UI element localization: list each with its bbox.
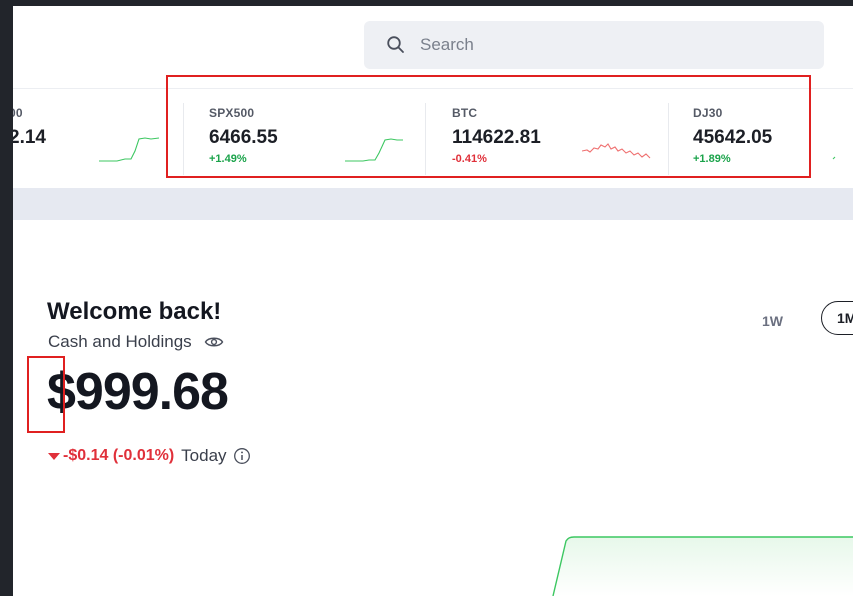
- range-button-1w[interactable]: 1W: [762, 313, 783, 329]
- ticker-change: -0.41%: [452, 153, 487, 165]
- search-input[interactable]: [420, 35, 800, 55]
- eye-icon[interactable]: [204, 334, 224, 350]
- ticker-symbol: SPX500: [209, 106, 255, 120]
- ticker-price: 6466.55: [209, 127, 278, 148]
- ticker-price: 2.14: [13, 127, 46, 148]
- ticker-item-spx500[interactable]: SPX500 6466.55 +1.49%: [209, 89, 424, 189]
- sparkline-chart: [582, 143, 651, 159]
- balance-amount: 999.68: [74, 363, 229, 421]
- ticker-price: 45642.05: [693, 127, 773, 148]
- ticker-divider: [425, 103, 426, 175]
- daily-change-row: -$0.14 (-0.01%) Today: [48, 446, 251, 466]
- balance-display: $ 999.68: [47, 362, 229, 422]
- sparkline-chart: [345, 138, 403, 162]
- ticker-item-btc[interactable]: BTC 114622.81 -0.41%: [452, 89, 667, 189]
- sparkline-chart: [832, 156, 836, 160]
- daily-change-value: -$0.14 (-0.01%): [63, 447, 175, 464]
- ticker-divider: [668, 103, 669, 175]
- portfolio-line-chart: [552, 536, 853, 596]
- ticker-symbol: 00: [13, 106, 23, 120]
- info-icon[interactable]: [233, 447, 251, 465]
- ticker-strip: 00 2.14 SPX500 6466.55 +1.49% BTC 114622…: [13, 88, 853, 188]
- ticker-price: 114622.81: [452, 127, 541, 148]
- window-frame-left: [0, 0, 13, 596]
- ticker-symbol: DJ30: [693, 106, 723, 120]
- holdings-row: Cash and Holdings: [48, 332, 224, 352]
- caret-down-icon: [48, 452, 60, 460]
- balance-currency-symbol: $: [47, 363, 76, 421]
- holdings-label: Cash and Holdings: [48, 332, 192, 351]
- ticker-item-dj30[interactable]: DJ30 45642.05 +1.89%: [693, 89, 853, 189]
- app-window: 00 2.14 SPX500 6466.55 +1.49% BTC 114622…: [13, 6, 853, 596]
- ticker-symbol: BTC: [452, 106, 478, 120]
- section-divider-band: [13, 188, 853, 220]
- ticker-change: +1.89%: [693, 153, 731, 165]
- sparkline-chart: [99, 137, 160, 162]
- search-bar[interactable]: [364, 21, 824, 69]
- range-button-1m[interactable]: 1M: [821, 301, 853, 335]
- ticker-item[interactable]: 00 2.14: [13, 89, 174, 189]
- search-icon: [387, 36, 404, 53]
- header: [13, 6, 853, 88]
- ticker-change: +1.49%: [209, 153, 247, 165]
- ticker-divider: [183, 103, 184, 175]
- today-label: Today: [181, 446, 227, 465]
- welcome-heading: Welcome back!: [47, 298, 222, 325]
